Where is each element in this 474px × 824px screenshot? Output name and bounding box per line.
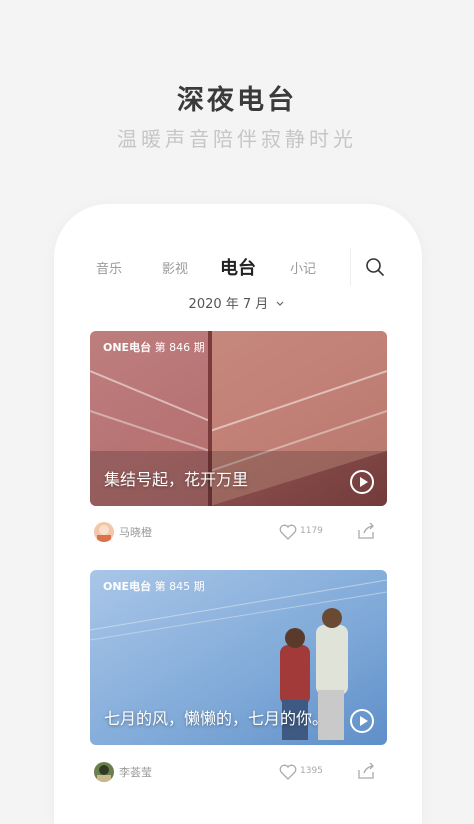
play-button[interactable] (350, 709, 374, 733)
card-issue-number: 第 846 期 (154, 341, 205, 354)
card-caption: 集结号起，花开万里 (104, 470, 249, 489)
like-count: 1395 (300, 766, 323, 776)
search-button[interactable] (350, 248, 403, 286)
tab-music[interactable]: 音乐 (96, 258, 122, 277)
card-issue: ONE电台 第 846 期 (103, 339, 205, 355)
like-count: 1179 (300, 526, 323, 536)
card-brand: ONE电台 (103, 341, 152, 354)
radio-card[interactable]: ONE电台 第 846 期 集结号起，花开万里 (90, 331, 387, 506)
card-issue-number: 第 845 期 (154, 580, 205, 593)
heart-icon[interactable] (278, 763, 298, 781)
search-icon (366, 258, 384, 276)
promo-title: 深夜电台 (177, 85, 297, 116)
date-label: 2020 年 7 月 (188, 297, 269, 312)
card-caption: 七月的风，懒懒的，七月的你。 (104, 709, 329, 728)
card-meta: 李荟莹 1395 (92, 759, 384, 785)
tab-radio[interactable]: 电台 (220, 254, 256, 280)
category-tabs: 音乐 影视 电台 小记 (78, 248, 348, 286)
share-icon[interactable] (356, 522, 376, 540)
share-icon[interactable] (356, 762, 376, 780)
date-selector[interactable]: 2020 年 7 月 (0, 293, 474, 312)
avatar[interactable] (94, 762, 114, 782)
heart-icon[interactable] (278, 523, 298, 541)
avatar[interactable] (94, 522, 114, 542)
promo-subtitle: 温暖声音陪伴寂静时光 (117, 127, 357, 151)
tab-film[interactable]: 影视 (162, 258, 188, 277)
chevron-down-icon (277, 301, 284, 306)
tab-notes[interactable]: 小记 (290, 258, 316, 277)
author-name[interactable]: 马晓橙 (119, 524, 152, 540)
card-brand: ONE电台 (103, 580, 152, 593)
radio-card[interactable]: ONE电台 第 845 期 七月的风，懒懒的，七月的你。 (90, 570, 387, 745)
card-meta: 马晓橙 1179 (92, 519, 384, 545)
play-button[interactable] (350, 470, 374, 494)
card-issue: ONE电台 第 845 期 (103, 578, 205, 594)
author-name[interactable]: 李荟莹 (119, 764, 152, 780)
